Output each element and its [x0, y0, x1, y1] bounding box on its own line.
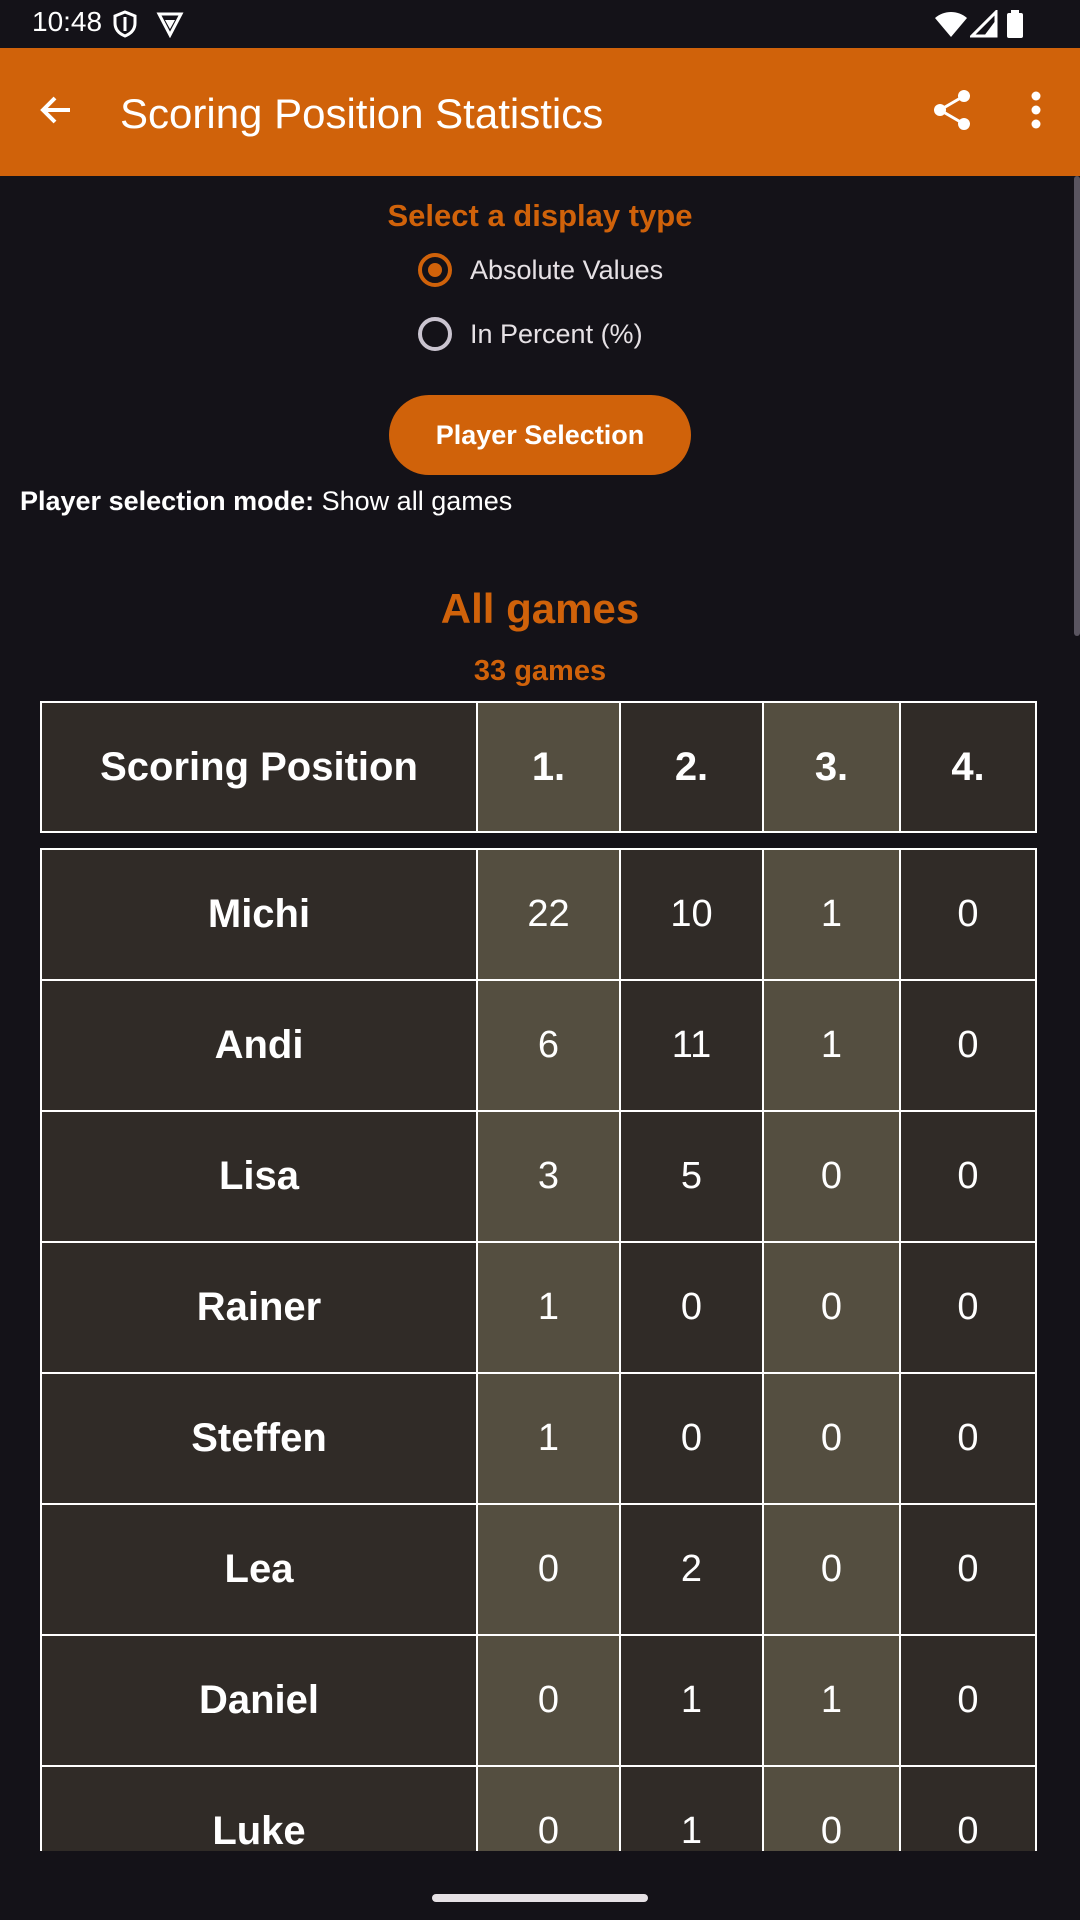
- selection-mode-label: Player selection mode:: [20, 486, 315, 516]
- header-table: Scoring Position 1. 2. 3. 4.: [40, 701, 1037, 833]
- position-1-count-cell: 0: [476, 1634, 621, 1767]
- table-row: Michi 22 10 1 0: [40, 848, 1037, 981]
- wifi-icon: [934, 10, 968, 43]
- radio-label: Absolute Values: [470, 254, 664, 285]
- share-button[interactable]: [912, 72, 992, 152]
- radio-absolute-values[interactable]: Absolute Values: [418, 253, 663, 287]
- table-row: Andi 6 11 1 0: [40, 979, 1037, 1112]
- position-3-count-cell: 1: [762, 979, 901, 1112]
- radio-button-checked[interactable]: [418, 253, 452, 287]
- player-name-cell: Michi: [40, 848, 478, 981]
- arrow-back-icon: [36, 90, 76, 135]
- position-2-count-cell: 0: [619, 1241, 764, 1374]
- table-row: Daniel 0 1 1 0: [40, 1634, 1037, 1767]
- player-selection-mode: Player selection mode: Show all games: [20, 486, 512, 517]
- selection-mode-value: Show all games: [321, 486, 513, 516]
- home-gesture-handle[interactable]: [432, 1894, 648, 1902]
- position-4-count-cell: 0: [899, 979, 1037, 1112]
- position-1-count-cell: 3: [476, 1110, 621, 1243]
- player-name-cell: Andi: [40, 979, 478, 1112]
- position-3-count-cell: 0: [762, 1765, 901, 1851]
- radio-in-percent[interactable]: In Percent (%): [418, 317, 643, 351]
- position-2-count-cell: 1: [619, 1765, 764, 1851]
- navigation-bar: [0, 1851, 1080, 1920]
- position-2-count-cell: 10: [619, 848, 764, 981]
- position-1-count-cell: 1: [476, 1372, 621, 1505]
- position-1-count-cell: 0: [476, 1765, 621, 1851]
- app-bar: Scoring Position Statistics: [0, 48, 1080, 176]
- position-1-count-cell: 0: [476, 1503, 621, 1636]
- position-3-count-cell: 0: [762, 1110, 901, 1243]
- stats-table-scroll[interactable]: Michi 22 10 1 0 Andi 6 11 1 0 Lisa 3 5 0 0 Rainer 1 0 0 0 St…: [0, 848, 1080, 1851]
- table-row: Rainer 1 0 0 0: [40, 1241, 1037, 1374]
- position-3-count-cell: 0: [762, 1241, 901, 1374]
- player-name-cell: Lisa: [40, 1110, 478, 1243]
- games-count: 33 games: [473, 655, 607, 687]
- more-vert-icon: [1030, 90, 1042, 135]
- vpn-icon: [156, 10, 184, 43]
- table-header-row: Scoring Position 1. 2. 3. 4.: [40, 701, 1037, 833]
- position-2-count-cell: 1: [619, 1634, 764, 1767]
- more-options-button[interactable]: [996, 72, 1076, 152]
- position-4-count-cell: 0: [899, 1372, 1037, 1505]
- position-2-count-cell: 2: [619, 1503, 764, 1636]
- position-1-count-cell: 6: [476, 979, 621, 1112]
- player-name-cell: Lea: [40, 1503, 478, 1636]
- table-row: Steffen 1 0 0 0: [40, 1372, 1037, 1505]
- position-3-count-cell: 0: [762, 1372, 901, 1505]
- position-4-count-cell: 0: [899, 1503, 1037, 1636]
- header-position-4: 4.: [899, 701, 1037, 833]
- position-3-count-cell: 1: [762, 1634, 901, 1767]
- position-1-count-cell: 1: [476, 1241, 621, 1374]
- display-type-title: Select a display type: [387, 198, 693, 233]
- header-position-3: 3.: [762, 701, 901, 833]
- position-3-count-cell: 1: [762, 848, 901, 981]
- position-2-count-cell: 11: [619, 979, 764, 1112]
- position-4-count-cell: 0: [899, 1634, 1037, 1767]
- stats-table: Michi 22 10 1 0 Andi 6 11 1 0 Lisa 3 5 0 0 Rainer 1 0 0 0 St…: [40, 848, 1037, 1851]
- page-title: Scoring Position Statistics: [120, 90, 604, 137]
- scrollbar[interactable]: [1074, 176, 1080, 636]
- back-button[interactable]: [16, 72, 96, 152]
- player-name-cell: Rainer: [40, 1241, 478, 1374]
- table-row: Luke 0 1 0 0: [40, 1765, 1037, 1851]
- section-title: All games: [440, 585, 640, 632]
- position-4-count-cell: 0: [899, 1765, 1037, 1851]
- position-2-count-cell: 0: [619, 1372, 764, 1505]
- cell-signal-icon: [968, 8, 998, 43]
- position-4-count-cell: 0: [899, 1241, 1037, 1374]
- position-1-count-cell: 22: [476, 848, 621, 981]
- table-row: Lisa 3 5 0 0: [40, 1110, 1037, 1243]
- battery-icon: [1006, 10, 1024, 43]
- header-position-2: 2.: [619, 701, 764, 833]
- radio-label: In Percent (%): [470, 318, 643, 349]
- player-name-cell: Luke: [40, 1765, 478, 1851]
- player-name-cell: Steffen: [40, 1372, 478, 1505]
- shield-icon: [112, 10, 138, 43]
- radio-button-unchecked[interactable]: [418, 317, 452, 351]
- header-position-1: 1.: [476, 701, 621, 833]
- share-icon: [932, 88, 972, 137]
- header-scoring-position: Scoring Position: [40, 701, 478, 833]
- player-name-cell: Daniel: [40, 1634, 478, 1767]
- position-2-count-cell: 5: [619, 1110, 764, 1243]
- position-4-count-cell: 0: [899, 848, 1037, 981]
- status-time: 10:48: [32, 6, 103, 37]
- status-bar: 10:48: [0, 0, 1080, 48]
- player-selection-button[interactable]: Player Selection: [389, 395, 691, 475]
- position-4-count-cell: 0: [899, 1110, 1037, 1243]
- table-row: Lea 0 2 0 0: [40, 1503, 1037, 1636]
- position-3-count-cell: 0: [762, 1503, 901, 1636]
